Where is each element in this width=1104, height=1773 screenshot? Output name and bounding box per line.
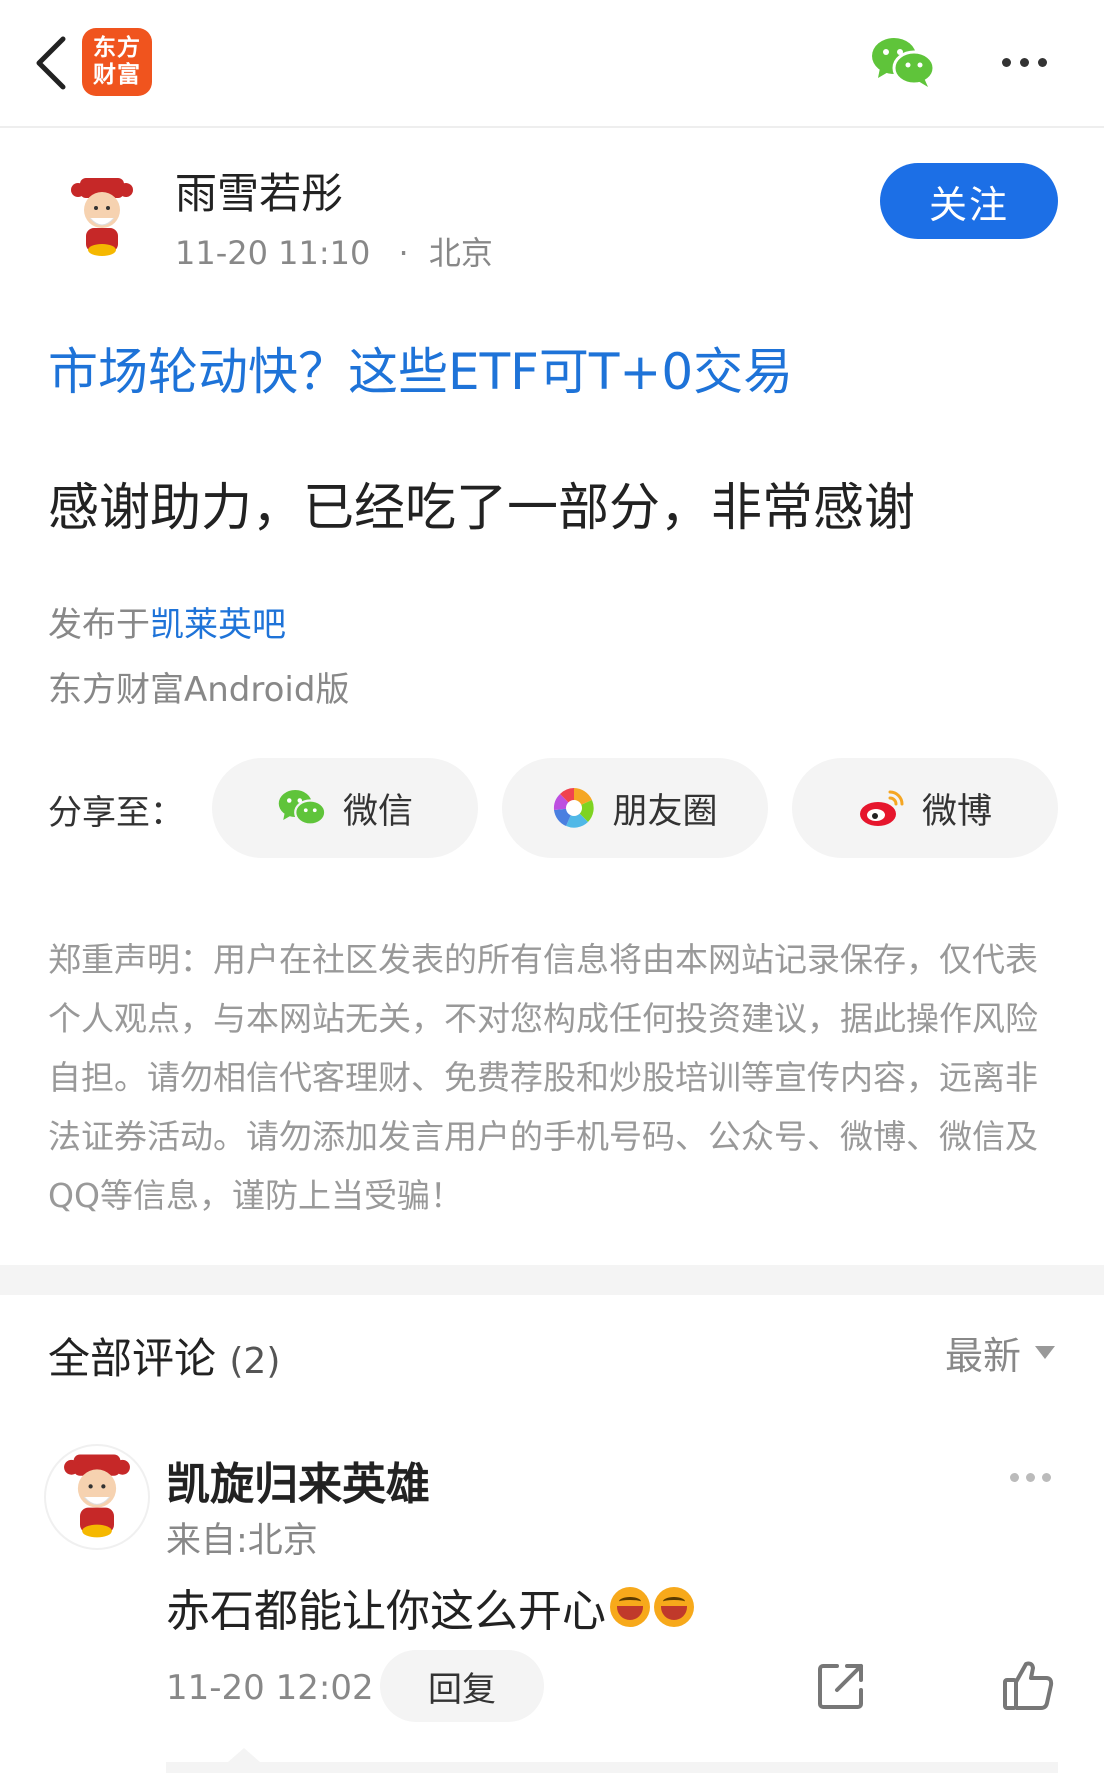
post-body: 感谢助力，已经吃了一部分，非常感谢 (48, 479, 916, 538)
share-moments-label: 朋友圈 (612, 791, 718, 832)
section-divider (0, 1265, 1104, 1295)
share-moments-button[interactable]: 朋友圈 (502, 758, 768, 858)
commenter-avatar[interactable] (44, 1444, 150, 1550)
dot-icon (1019, 57, 1029, 67)
dot-icon (1010, 1472, 1019, 1482)
share-wechat-button[interactable]: 微信 (212, 758, 478, 858)
published-prefix: 发布于 (48, 605, 150, 645)
comment-text: 赤石都能让你这么开心 (166, 1575, 694, 1639)
bar-name-link[interactable]: 凯莱英吧 (150, 605, 286, 645)
more-options-button[interactable] (992, 40, 1056, 84)
post-title-link[interactable]: 市场轮动快？这些ETF可T+0交易 (48, 332, 793, 404)
client-info: 东方财富Android版 (48, 670, 350, 710)
author-name[interactable]: 雨雪若彤 (175, 160, 343, 221)
meta-separator: · (398, 234, 409, 272)
wechat-share-icon[interactable] (870, 34, 936, 90)
published-in: 发布于凯莱英吧 (48, 597, 286, 646)
comment-body: 赤石都能让你这么开心 (166, 1586, 606, 1637)
dot-icon (1001, 57, 1011, 67)
app-logo[interactable]: 东方 财富 (82, 28, 152, 96)
post-meta: 11-20 11:10 · 北京 (175, 228, 493, 274)
weibo-icon (859, 790, 904, 826)
logo-text-line2: 财富 (93, 62, 141, 88)
follow-button[interactable]: 关注 (880, 163, 1058, 239)
dot-icon (1026, 1472, 1035, 1482)
moments-icon (554, 788, 595, 828)
reply-button[interactable]: 回复 (380, 1650, 544, 1722)
comment-time: 11-20 12:02 (166, 1668, 374, 1708)
logo-text-line1: 东方 (93, 35, 141, 61)
author-avatar[interactable] (54, 170, 150, 266)
dot-icon (1042, 1472, 1051, 1482)
comment-more-button[interactable] (1010, 1465, 1060, 1489)
wechat-icon (278, 790, 327, 826)
laughing-emoji-icon (610, 1587, 650, 1627)
commenter-location: 来自:北京 (166, 1521, 318, 1561)
share-label: 分享至： (48, 793, 184, 833)
back-button[interactable] (20, 28, 80, 98)
caret-down-icon (1035, 1346, 1056, 1359)
disclaimer-text: 郑重声明：用户在社区发表的所有信息将由本网站记录保存，仅代表个人观点，与本网站无… (48, 940, 1038, 1215)
laughing-emoji-icon (654, 1587, 694, 1627)
commenter-name[interactable]: 凯旋归来英雄 (166, 1448, 430, 1512)
share-wechat-label: 微信 (342, 791, 413, 832)
comment-share-button[interactable] (815, 1660, 867, 1712)
share-external-icon (818, 1664, 863, 1709)
comment-like-button[interactable] (1000, 1658, 1056, 1714)
sort-label: 最新 (945, 1334, 1022, 1378)
post-time: 11-20 11:10 (175, 234, 371, 272)
sort-dropdown[interactable]: 最新 (945, 1325, 1056, 1380)
comments-count: (2) (229, 1341, 281, 1382)
dot-icon (1037, 57, 1047, 67)
post-location: 北京 (428, 234, 493, 272)
comments-header: 全部评论 (2) (48, 1325, 280, 1386)
chevron-left-icon (36, 36, 66, 90)
comments-title: 全部评论 (48, 1334, 217, 1383)
reply-box-pointer (228, 1748, 260, 1762)
share-weibo-button[interactable]: 微博 (792, 758, 1058, 858)
share-weibo-label: 微博 (921, 791, 992, 832)
sub-reply-box (166, 1762, 1058, 1773)
thumbs-up-icon (1003, 1661, 1054, 1710)
top-bar: 东方 财富 (0, 0, 1104, 128)
